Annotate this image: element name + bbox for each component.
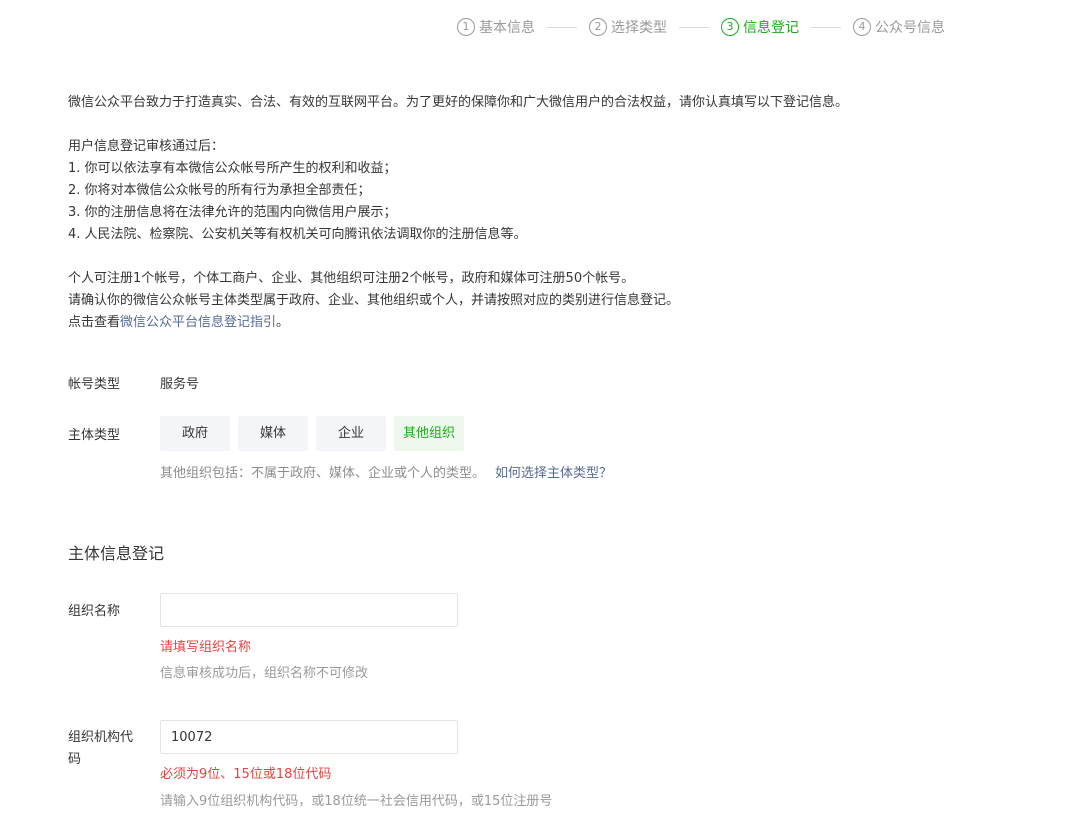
step-label: 基本信息 — [479, 20, 535, 36]
intro-item: 4. 人民法院、检察院、公安机关等有权机关可向腾讯依法调取你的注册信息等。 — [68, 227, 527, 242]
subject-type-media[interactable]: 媒体 — [238, 416, 308, 451]
org-name-input[interactable] — [160, 593, 458, 627]
section-title: 主体信息登记 — [68, 544, 165, 563]
subject-type-enterprise[interactable]: 企业 — [316, 416, 386, 451]
step-divider — [679, 26, 709, 28]
org-code-input[interactable] — [160, 720, 458, 754]
step-info-registration: 3 信息登记 — [721, 17, 799, 37]
intro-quota: 个人可注册1个帐号，个体工商户、企业、其他组织可注册2个帐号，政府和媒体可注册5… — [68, 271, 635, 286]
intro-item: 3. 你的注册信息将在法律允许的范围内向微信用户展示； — [68, 205, 397, 220]
progress-stepper: 1 基本信息 2 选择类型 3 信息登记 4 公众号信息 — [457, 17, 945, 37]
step-divider — [547, 26, 577, 28]
step-divider — [811, 26, 841, 28]
account-type-label: 帐号类型 — [68, 377, 121, 392]
intro-item: 2. 你将对本微信公众帐号的所有行为承担全部责任； — [68, 183, 371, 198]
step-account-info: 4 公众号信息 — [853, 17, 945, 37]
how-to-choose-type-link[interactable]: 如何选择主体类型？ — [495, 466, 612, 481]
subject-type-hint-text: 其他组织包括：不属于政府、媒体、企业或个人的类型。 — [160, 466, 486, 481]
org-code-tip: 请输入9位组织机构代码，或18位统一社会信用代码，或15位注册号 — [160, 794, 553, 809]
subject-type-label: 主体类型 — [68, 428, 121, 443]
intro-text: 微信公众平台致力于打造真实、合法、有效的互联网平台。为了更好的保障你和广大微信用… — [68, 92, 988, 334]
step-number: 2 — [589, 18, 607, 36]
org-code-label-line1: 组织机构代 — [68, 730, 134, 745]
intro-confirm: 请确认你的微信公众帐号主体类型属于政府、企业、其他组织或个人，并请按照对应的类别… — [68, 293, 680, 308]
org-code-error: 必须为9位、15位或18位代码 — [160, 767, 332, 782]
intro-item: 1. 你可以依法享有本微信公众帐号所产生的权利和收益； — [68, 161, 397, 176]
intro-statement: 微信公众平台致力于打造真实、合法、有效的互联网平台。为了更好的保障你和广大微信用… — [68, 95, 849, 110]
guide-suffix: 。 — [276, 315, 290, 330]
guide-prefix: 点击查看 — [68, 315, 121, 330]
org-code-label-line2: 码 — [68, 752, 82, 767]
registration-guide-link[interactable]: 微信公众平台信息登记指引 — [120, 315, 276, 330]
subject-type-hint: 其他组织包括：不属于政府、媒体、企业或个人的类型。 如何选择主体类型？ — [160, 462, 612, 481]
step-basic-info: 1 基本信息 — [457, 17, 535, 37]
step-number: 1 — [457, 18, 475, 36]
step-number: 3 — [721, 18, 739, 36]
account-type-value: 服务号 — [160, 377, 200, 392]
org-code-label: 组织机构代 码 — [68, 727, 133, 771]
intro-after-title: 用户信息登记审核通过后： — [68, 139, 225, 154]
org-name-error: 请填写组织名称 — [160, 640, 252, 655]
step-label: 公众号信息 — [875, 20, 945, 36]
subject-type-other-org[interactable]: 其他组织 — [394, 416, 464, 451]
step-label: 选择类型 — [611, 20, 667, 36]
subject-type-options: 政府 媒体 企业 其他组织 — [160, 416, 464, 451]
step-number: 4 — [853, 18, 871, 36]
org-name-label: 组织名称 — [68, 604, 121, 619]
step-label: 信息登记 — [743, 20, 799, 36]
intro-guide: 点击查看微信公众平台信息登记指引。 — [68, 312, 988, 334]
subject-type-government[interactable]: 政府 — [160, 416, 230, 451]
step-select-type: 2 选择类型 — [589, 17, 667, 37]
org-name-tip: 信息审核成功后，组织名称不可修改 — [160, 666, 369, 681]
